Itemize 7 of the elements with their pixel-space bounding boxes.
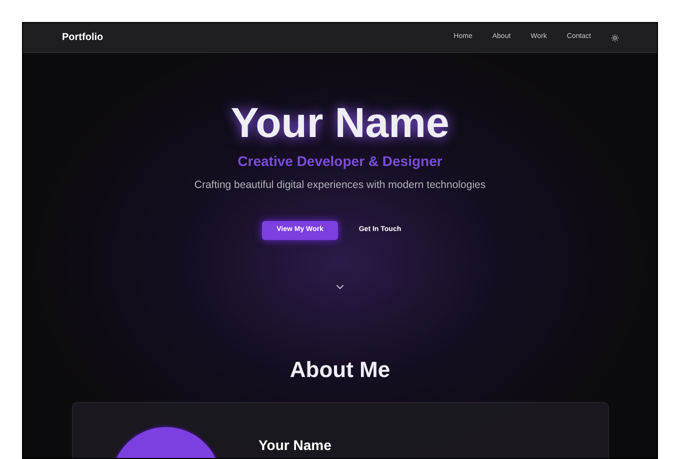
hero-title: Your Name — [230, 98, 450, 148]
card-name: Your Name — [258, 436, 332, 455]
theme-toggle-icon[interactable] — [611, 34, 619, 42]
brand-logo[interactable]: Portfolio — [62, 30, 104, 45]
section-heading: About Me — [290, 356, 390, 384]
hero-tagline: Crafting beautiful digital experiences with modern technologies — [194, 178, 486, 193]
hero-subtitle: Creative Developer & Designer — [238, 152, 442, 171]
